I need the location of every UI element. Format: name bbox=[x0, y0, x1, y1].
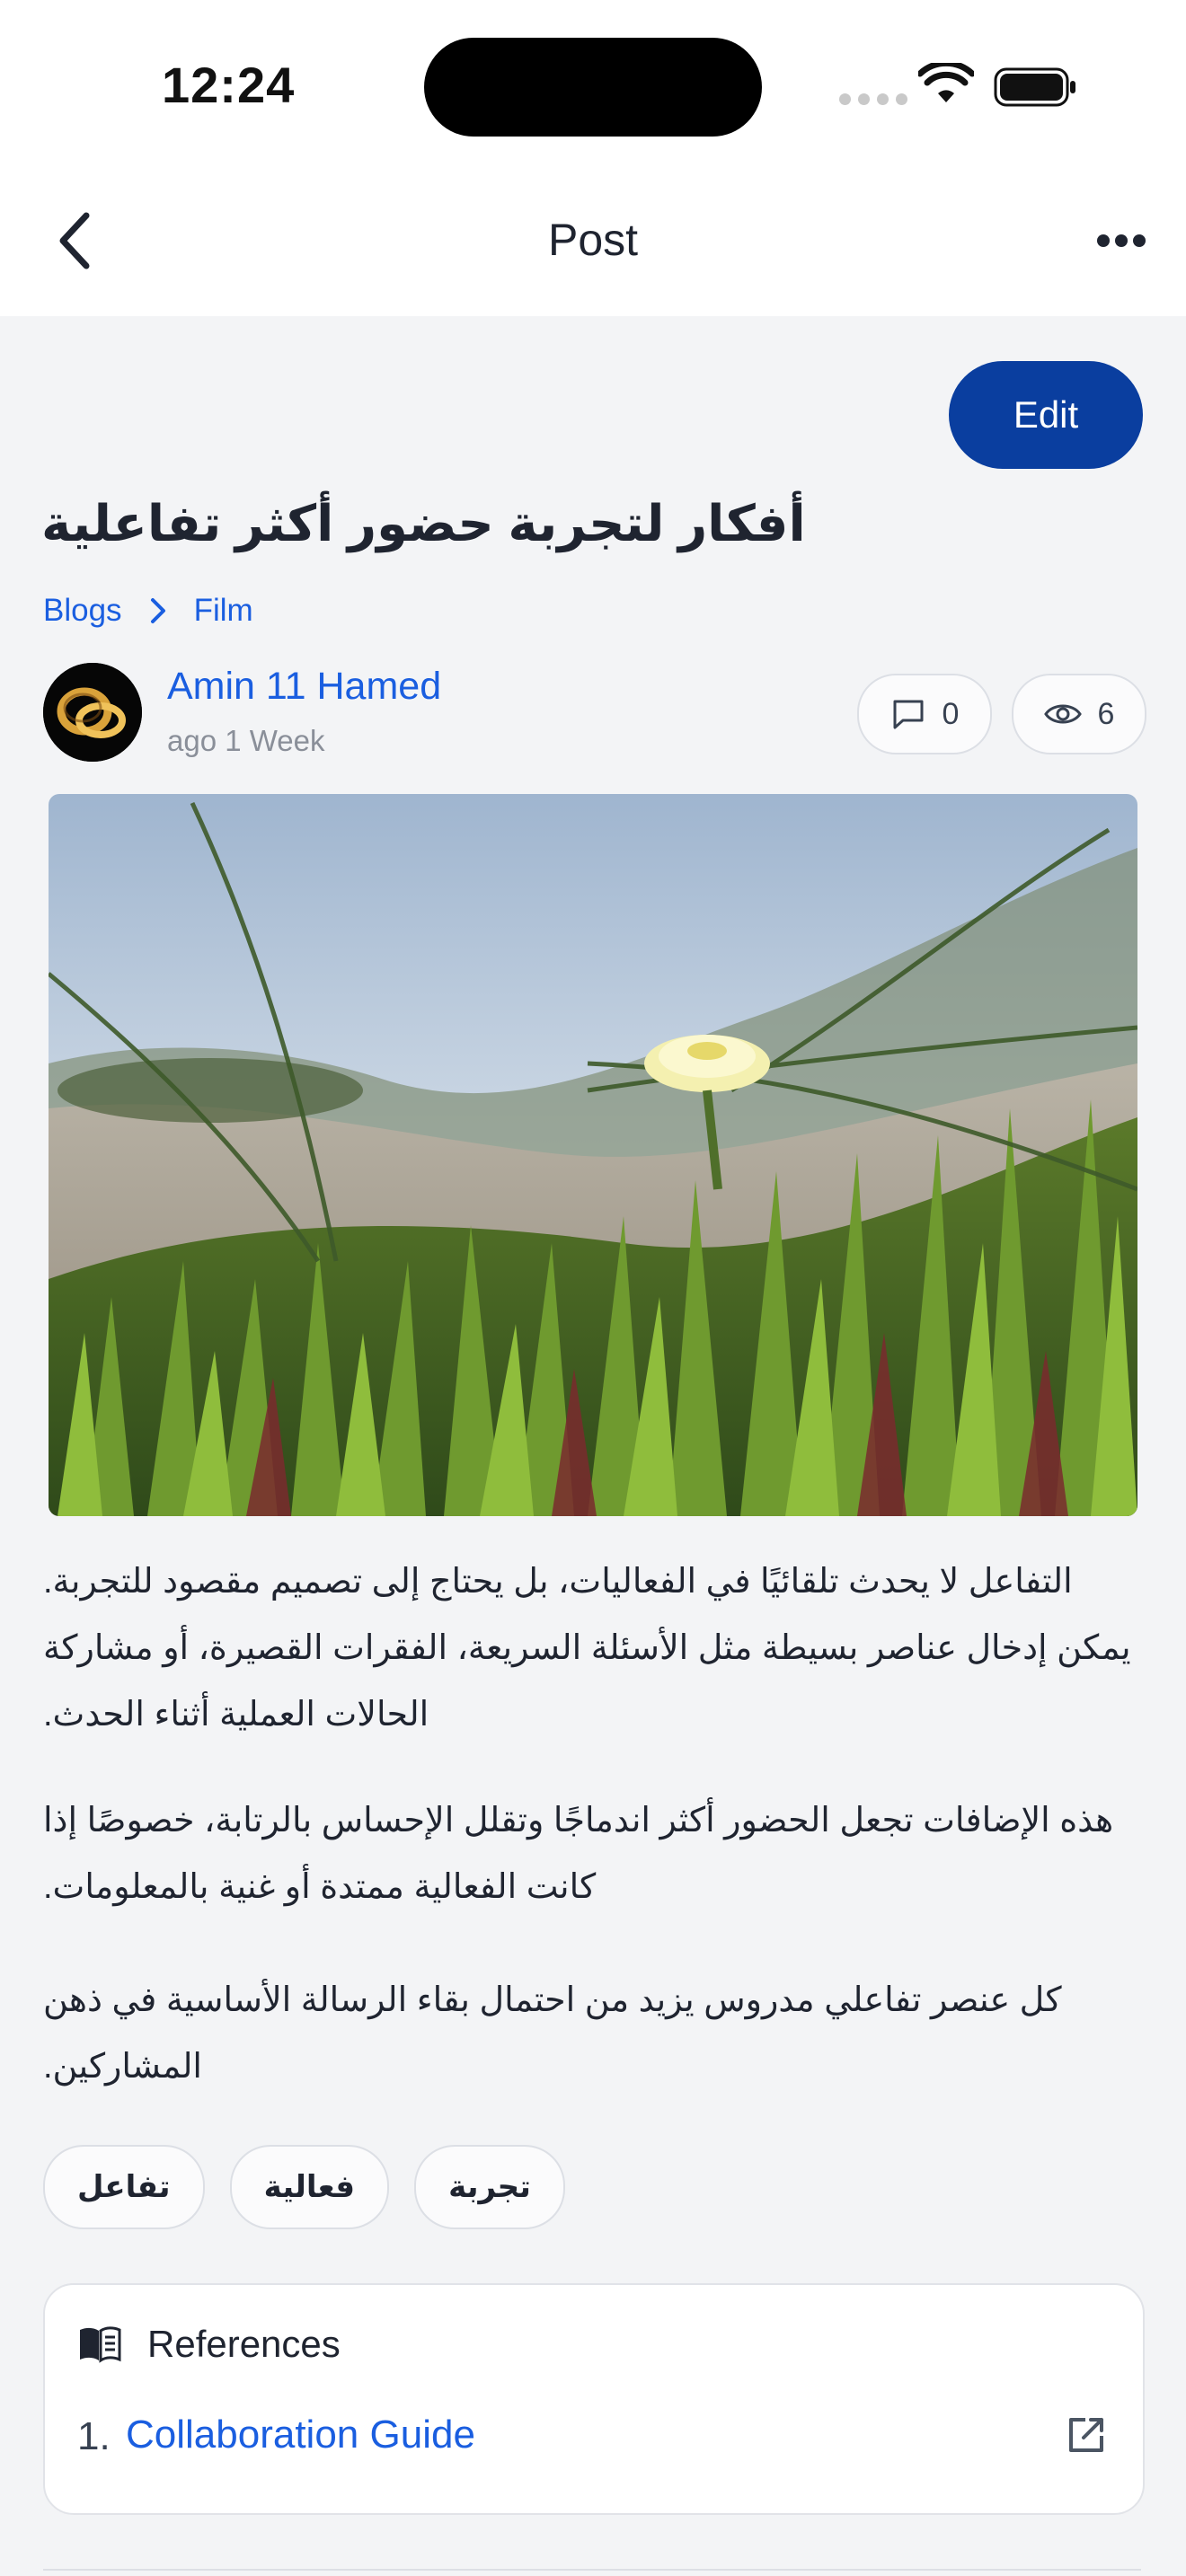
battery-icon bbox=[994, 67, 1075, 107]
post-title: أفكار لتجربة حضور أكثر تفاعلية bbox=[41, 495, 806, 551]
paragraph: التفاعل لا يحدث تلقائيًا في الفعاليات، ب… bbox=[43, 1563, 1131, 1734]
views-count: 6 bbox=[1012, 674, 1146, 754]
more-options-button[interactable] bbox=[1091, 223, 1154, 259]
post-image bbox=[49, 794, 1137, 1516]
tag-chip[interactable]: تفاعل bbox=[43, 2145, 205, 2229]
paragraph: هذه الإضافات تجعل الحضور أكثر اندماجًا و… bbox=[43, 1802, 1114, 1906]
comments-count[interactable]: 0 bbox=[857, 674, 992, 754]
views-value: 6 bbox=[1097, 696, 1115, 731]
more-dots-icon bbox=[1097, 234, 1146, 247]
tag-chip[interactable]: فعالية bbox=[229, 2145, 390, 2229]
status-time: 12:24 bbox=[162, 57, 296, 113]
external-link-icon[interactable] bbox=[1066, 2414, 1107, 2456]
comments-value: 0 bbox=[942, 696, 960, 731]
wifi-icon bbox=[918, 63, 974, 102]
tag-list: تفاعل فعالية تجربة bbox=[43, 2145, 565, 2229]
signal-icon bbox=[839, 93, 907, 105]
chevron-right-icon bbox=[140, 593, 176, 629]
dynamic-island bbox=[424, 38, 762, 137]
references-title: References bbox=[147, 2323, 341, 2365]
author-name[interactable]: Amin 11 Hamed bbox=[167, 665, 441, 709]
reference-index: 1. bbox=[77, 2414, 111, 2458]
breadcrumb-film[interactable]: Film bbox=[194, 593, 253, 629]
paragraph: كل عنصر تفاعلي مدروس يزيد من احتمال بقاء… bbox=[43, 1981, 1062, 2086]
avatar[interactable] bbox=[43, 663, 142, 762]
reference-link[interactable]: Collaboration Guide bbox=[126, 2413, 475, 2457]
post-time: ago 1 Week bbox=[167, 724, 325, 757]
references-card bbox=[43, 2283, 1145, 2515]
book-icon bbox=[80, 2326, 121, 2363]
eye-icon bbox=[1043, 704, 1082, 724]
rings-image bbox=[43, 663, 142, 762]
tag-chip[interactable]: تجربة bbox=[414, 2145, 565, 2229]
divider bbox=[43, 2569, 1141, 2571]
page-title: Post bbox=[547, 215, 639, 265]
breadcrumb: Blogs Film bbox=[43, 593, 253, 629]
edit-button[interactable]: Edit bbox=[949, 361, 1143, 469]
breadcrumb-blogs[interactable]: Blogs bbox=[43, 593, 122, 629]
comment-icon bbox=[893, 700, 924, 729]
